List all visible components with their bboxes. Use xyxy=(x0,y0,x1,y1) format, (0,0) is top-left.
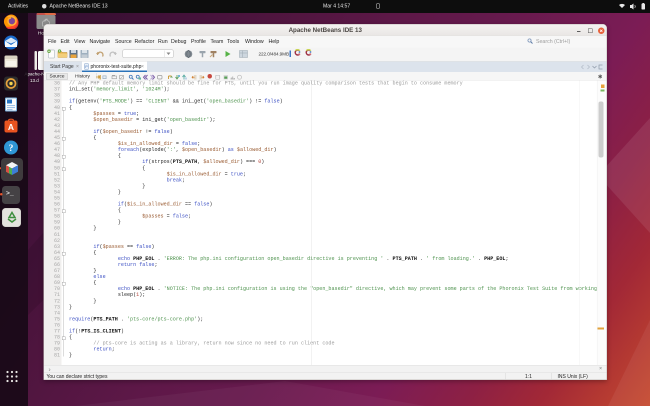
svg-text:?: ? xyxy=(9,144,14,154)
svg-text:A: A xyxy=(8,122,14,132)
